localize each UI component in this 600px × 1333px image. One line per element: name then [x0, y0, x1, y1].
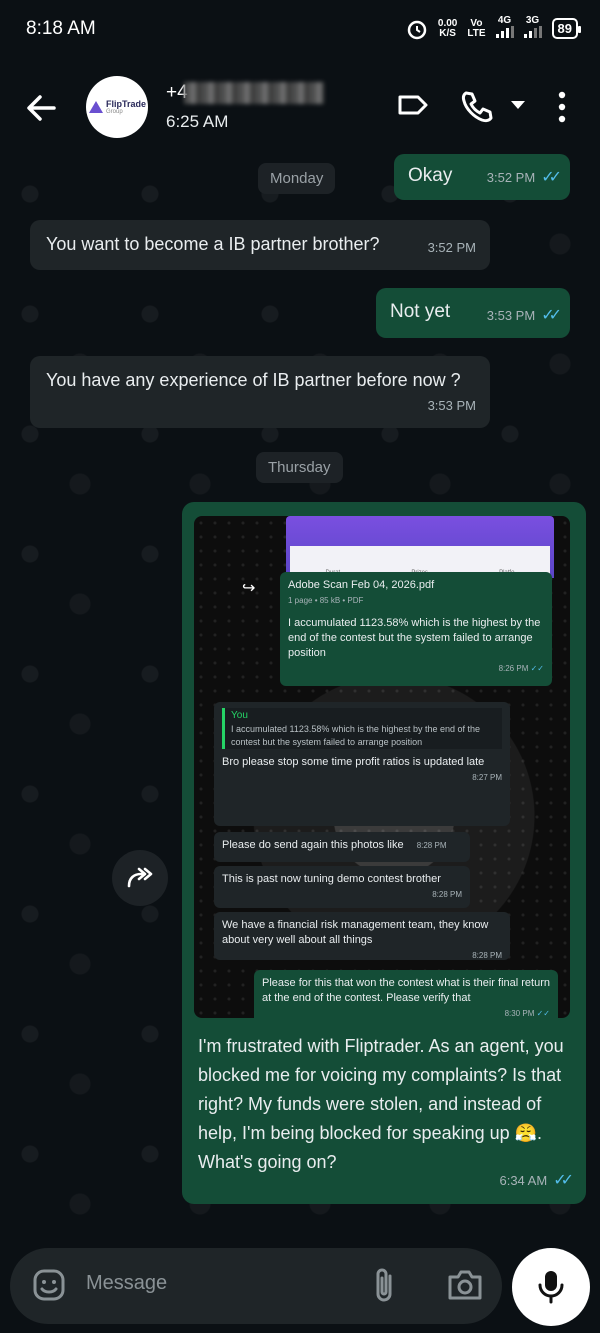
mic-button[interactable]: [512, 1248, 590, 1326]
sim1-signal: 4G: [495, 15, 514, 41]
mini-time: 8:28 PM: [416, 841, 447, 850]
read-receipt-icon: ✓✓: [536, 1009, 550, 1018]
message-incoming[interactable]: You want to become a IB partner brother?…: [30, 220, 490, 270]
mini-time: 8:26 PM: [498, 664, 529, 673]
read-receipt-icon: ✓✓: [553, 1172, 574, 1189]
read-receipt-icon: ✓✓: [530, 664, 544, 673]
avatar[interactable]: FlipTrade Group: [86, 76, 148, 138]
mini-text: This is past now tuning demo contest bro…: [222, 873, 441, 885]
contact-last-seen: 6:25 AM: [166, 112, 229, 131]
label-icon[interactable]: [396, 88, 430, 122]
reply-quote: You I accumulated 1123.58% which is the …: [222, 708, 502, 749]
message-incoming[interactable]: You have any experience of IB partner be…: [30, 356, 490, 428]
screenshot-message: We have a financial risk management team…: [214, 912, 510, 960]
mini-meta: 8:30 PM ✓✓: [262, 1006, 550, 1018]
message-meta: 6:34 AM ✓✓: [499, 1170, 574, 1190]
read-receipt-icon: ✓✓: [541, 307, 562, 324]
camera-icon[interactable]: [446, 1268, 484, 1302]
status-time: 8:18 AM: [26, 18, 96, 39]
image-caption: I'm frustrated with Fliptrader. As an ag…: [198, 1036, 564, 1172]
battery-indicator: 89: [551, 18, 582, 39]
mini-text: Please for this that won the contest wha…: [262, 977, 550, 1004]
net-speed: 0.00 K/S: [437, 17, 458, 39]
reply-author: You: [231, 710, 248, 721]
screenshot-message: Please do send again this photos like 8:…: [214, 832, 470, 862]
sim1-type: 4G: [497, 15, 512, 26]
sim2-type: 3G: [525, 15, 540, 26]
date-chip-monday: Monday: [258, 163, 336, 194]
screenshot-message-outgoing: Please for this that won the contest wha…: [254, 970, 558, 1018]
signal-icon: [495, 26, 514, 38]
pdf-name: Adobe Scan Feb 04, 2026.pdf: [288, 579, 435, 591]
message-image-outgoing[interactable]: Durat Prizes Platfo ↪ Adobe Scan Feb 04,…: [182, 502, 586, 1204]
volte-top: Vo: [470, 17, 483, 29]
message-text: You have any experience of IB partner be…: [46, 370, 461, 390]
more-vertical-icon[interactable]: [556, 90, 568, 124]
mini-text: Please do send again this photos like: [222, 839, 404, 851]
paperclip-icon[interactable]: [372, 1266, 398, 1306]
message-time: 3:52 PM: [486, 170, 536, 185]
fliptrade-logo-icon: [88, 101, 103, 113]
message-text: Not yet: [390, 301, 451, 322]
forward-icon[interactable]: [112, 850, 168, 906]
screenshot-message: This is past now tuning demo contest bro…: [214, 866, 470, 908]
alarm-icon: [407, 20, 427, 39]
mini-meta: 8:26 PM ✓✓: [288, 661, 544, 676]
pdf-message-text: I accumulated 1123.58% which is the high…: [288, 617, 541, 659]
phone-icon[interactable]: [458, 88, 494, 124]
mini-time: 8:28 PM: [472, 951, 502, 960]
message-input[interactable]: Message: [86, 1272, 167, 1295]
avatar-logo-text: FlipTrade: [105, 99, 146, 109]
message-outgoing[interactable]: Okay 3:52 PM ✓✓: [394, 154, 570, 200]
mini-time: 8:28 PM: [432, 890, 462, 899]
message-meta: 3:53 PM ✓✓: [486, 304, 562, 328]
emoji-icon[interactable]: [32, 1268, 66, 1302]
message-text: Okay: [408, 165, 453, 186]
message-meta: 3:52 PM: [428, 236, 476, 260]
sim2-signal: 3G: [523, 15, 542, 41]
screenshot-pdf-preview: Durat Prizes Platfo: [286, 516, 554, 578]
message-time: 3:53 PM: [486, 308, 536, 323]
read-receipt-icon: ✓✓: [541, 169, 562, 186]
mini-time: 8:27 PM: [472, 773, 502, 782]
status-icons: 0.00 K/S Vo LTE 4G 3G 89: [406, 15, 582, 41]
forward-icon-small: ↪: [242, 580, 256, 597]
arrow-left-icon[interactable]: [22, 88, 62, 128]
forward-arrows-icon: [127, 867, 153, 888]
reply-text: Bro please stop some time profit ratios …: [222, 756, 485, 768]
chevron-down-icon[interactable]: [510, 100, 526, 110]
message-meta: 3:53 PM: [428, 394, 476, 418]
contact-name-blurred: [184, 82, 324, 104]
volte-bottom: LTE: [467, 27, 486, 39]
message-text: You want to become a IB partner brother?: [46, 234, 380, 254]
message-outgoing[interactable]: Not yet 3:53 PM ✓✓: [376, 288, 570, 338]
mini-time: 8:30 PM: [504, 1009, 535, 1018]
pdf-meta: 1 page • 85 kB • PDF: [288, 596, 364, 605]
message-photo[interactable]: Durat Prizes Platfo ↪ Adobe Scan Feb 04,…: [194, 516, 570, 1018]
date-chip-thursday: Thursday: [256, 452, 343, 483]
screenshot-reply-message: You I accumulated 1123.58% which is the …: [214, 702, 510, 826]
volte-indicator: Vo LTE: [467, 17, 486, 39]
chat-area[interactable]: Monday Okay 3:52 PM ✓✓ You want to becom…: [0, 154, 600, 1239]
chat-header: FlipTrade Group +4 6:25 AM: [0, 62, 600, 154]
net-speed-unit: K/S: [439, 27, 456, 39]
net-speed-value: 0.00: [437, 17, 458, 29]
signal-icon: [523, 26, 542, 38]
message-input-bar[interactable]: Message: [10, 1248, 502, 1324]
message-time: 3:52 PM: [427, 240, 476, 255]
message-meta: 3:52 PM ✓✓: [486, 166, 562, 190]
message-time: 6:34 AM: [499, 1172, 548, 1188]
status-bar: 8:18 AM 0.00 K/S Vo LTE 4G 3G 89: [0, 0, 600, 62]
avatar-logo-sub: Group: [105, 109, 123, 115]
reply-quote-text: I accumulated 1123.58% which is the high…: [231, 724, 480, 747]
message-time: 3:53 PM: [427, 398, 476, 413]
mic-icon: [538, 1271, 564, 1304]
screenshot-pdf-message: Adobe Scan Feb 04, 2026.pdf 1 page • 85 …: [280, 572, 552, 686]
mini-text: We have a financial risk management team…: [222, 919, 489, 946]
